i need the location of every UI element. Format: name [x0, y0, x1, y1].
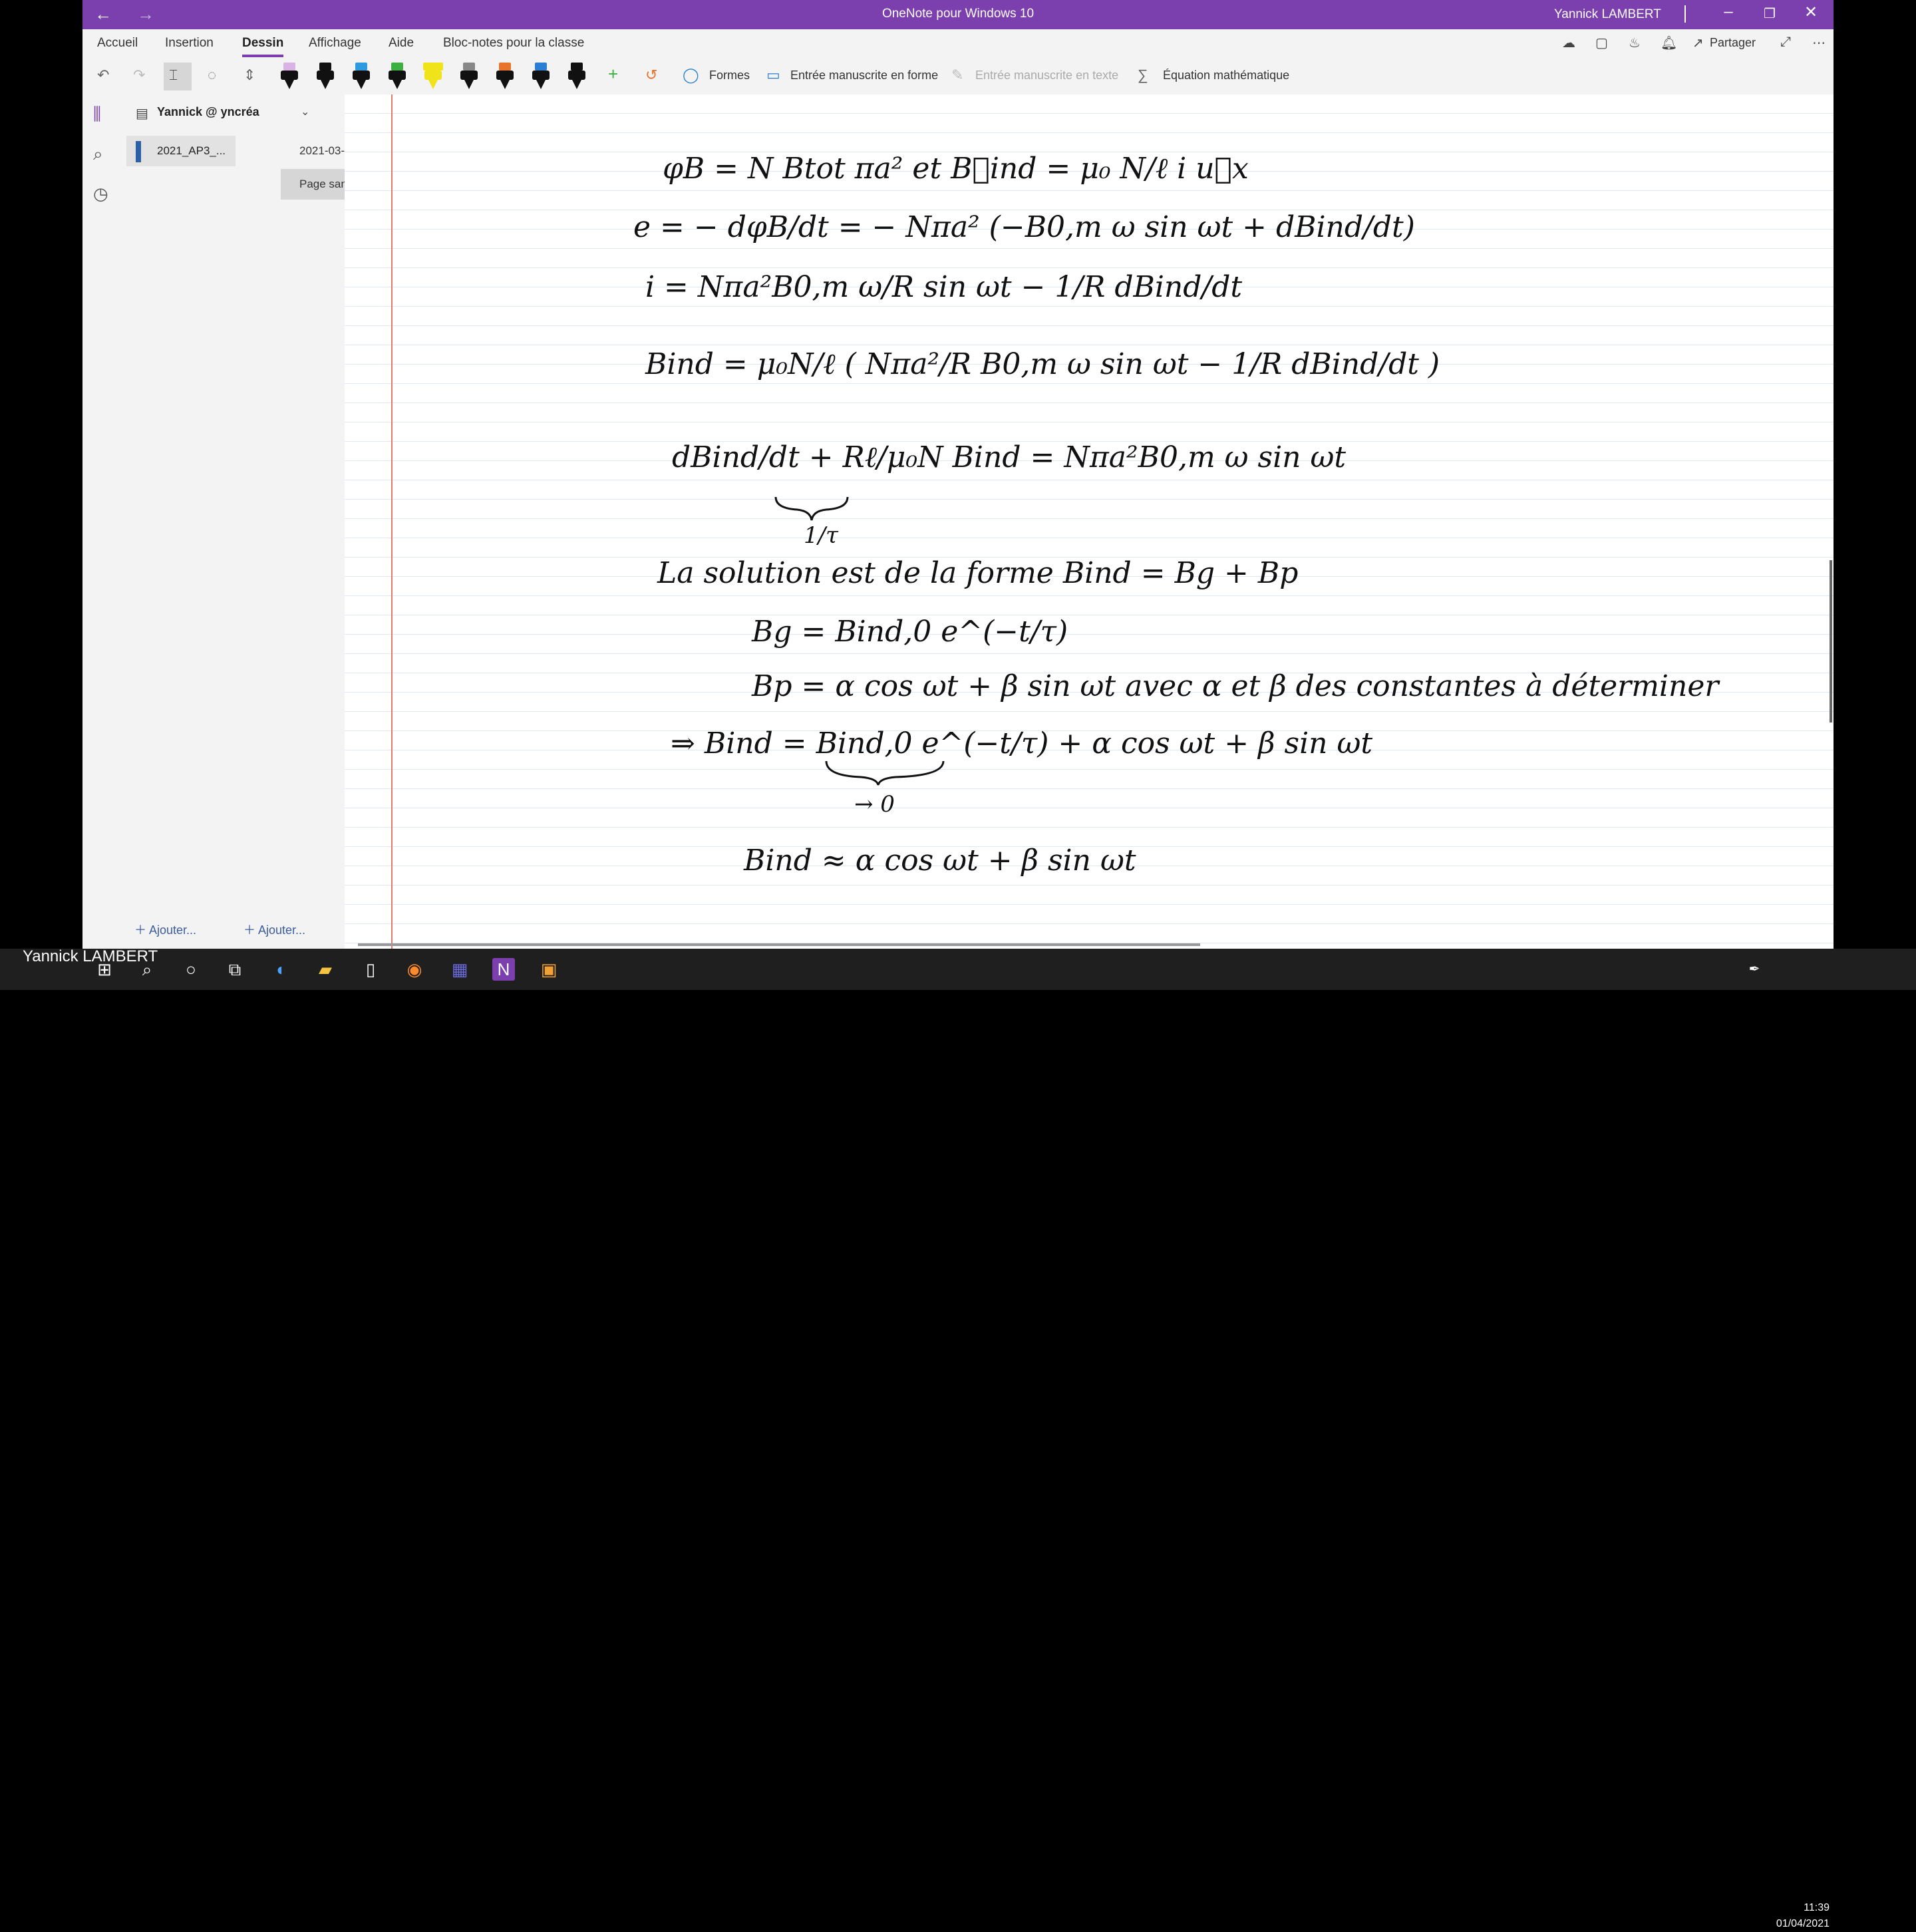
tab-insertion[interactable]: Insertion	[165, 36, 214, 51]
pen-tool[interactable]	[314, 63, 337, 90]
lasso-select-icon[interactable]: ◌	[208, 67, 216, 84]
redo-icon[interactable]: ↷	[133, 67, 145, 84]
more-options-icon[interactable]: ⋯	[1812, 35, 1826, 51]
presenter-name-caption: Yannick LAMBERT	[23, 947, 158, 965]
note-line: e = − dφB/dt = − Nπa² (−B0,m ω sin ωt + …	[633, 210, 1415, 244]
add-page-button[interactable]: ＋ Ajouter...	[243, 921, 305, 938]
note-line: Bp = α cos ωt + β sin ωt avec α et β des…	[751, 669, 1720, 703]
nav-rail: ⫼ ⌕ ◷	[82, 94, 126, 949]
notebook-icon: ▤	[136, 106, 148, 121]
add-pen-icon[interactable]: +	[608, 64, 618, 84]
search-icon[interactable]: ⌕	[93, 144, 103, 165]
firefox-icon[interactable]: ◉	[403, 958, 426, 981]
note-line: dBind/dt + Rℓ/μ₀N Bind = Nπa²B0,m ω sin …	[672, 440, 1346, 474]
share-icon[interactable]: ↗	[1692, 35, 1704, 51]
note-line: Bg = Bind,0 e^(−t/τ)	[751, 615, 1068, 649]
share-button[interactable]: Partager	[1710, 36, 1756, 50]
close-icon[interactable]: ✕	[1798, 3, 1824, 22]
highlighter-tool[interactable]	[422, 63, 444, 90]
restore-icon[interactable]: ❐	[1756, 5, 1783, 22]
note-line: ⇒ Bind = Bind,0 e^(−t/τ) + α cos ωt + β …	[671, 726, 1372, 760]
underbrace	[774, 496, 849, 521]
title-bar: ← → OneNote pour Windows 10 Yannick LAMB…	[82, 0, 1834, 29]
tab-affichage[interactable]: Affichage	[309, 36, 361, 51]
add-section-button[interactable]: ＋ Ajouter...	[134, 921, 196, 938]
draw-toolbar: ↶ ↷ ⌶ ◌ ⇕ + ↺ ◯ Formes ▭ Entrée manuscri…	[82, 59, 1834, 95]
plus-icon: ＋	[243, 923, 259, 937]
math-equation-icon[interactable]: ∑	[1138, 67, 1148, 84]
ink-to-shape-button[interactable]: Entrée manuscrite en forme	[790, 69, 938, 82]
vertical-scrollbar[interactable]	[1830, 560, 1832, 723]
lightbulb-icon[interactable]: ♨	[1629, 35, 1641, 51]
sync-icon[interactable]: ☁	[1562, 35, 1575, 51]
math-equation-button[interactable]: Équation mathématique	[1163, 69, 1289, 82]
onenote-window: ← → OneNote pour Windows 10 Yannick LAMB…	[82, 0, 1834, 949]
task-view-icon[interactable]: ⧉	[224, 958, 246, 981]
pages-icon[interactable]: ▢	[1595, 35, 1608, 51]
file-explorer-icon[interactable]: ▰	[314, 958, 337, 981]
cortana-circle-icon[interactable]: ○	[180, 958, 202, 981]
pen-tool[interactable]	[386, 63, 408, 90]
note-line: → 0	[854, 791, 895, 818]
shapes-button[interactable]: Formes	[709, 69, 750, 82]
pen-workspace-icon[interactable]: ✒	[1743, 958, 1766, 981]
insert-space-icon[interactable]: ⇕	[243, 67, 255, 84]
note-line: Bind = μ₀N/ℓ ( Nπa²/R B0,m ω sin ωt − 1/…	[645, 347, 1440, 381]
onenote-icon[interactable]: N	[492, 958, 515, 981]
note-line: 1/τ	[804, 522, 839, 549]
ink-to-text-button: Entrée manuscrite en texte	[975, 69, 1119, 82]
ink-replay-icon[interactable]: ↺	[645, 67, 657, 84]
section-label: 2021_AP3_...	[157, 144, 226, 157]
windows-taskbar: ⊞ ⌕ ○ ⧉ ◐ ▰ ▯ ◉ ▦ N ▣ ✒ 11:39 01/04/2021	[0, 949, 1916, 1929]
edge-browser-icon[interactable]: ◐	[270, 958, 293, 981]
note-line: La solution est de la forme Bind = Bg + …	[657, 556, 1298, 590]
ink-to-shape-icon[interactable]: ▭	[766, 67, 780, 84]
system-clock[interactable]: 11:39 01/04/2021	[1770, 1900, 1830, 1932]
notebook-panel: ▤ Yannick @ yncréa ⌄ ⇅ 2021_AP3_... 2021…	[126, 94, 390, 949]
pen-tool[interactable]	[494, 63, 516, 90]
notebook-selector[interactable]: Yannick @ yncréa	[157, 105, 259, 119]
note-canvas[interactable]: φB = N Btot πa² et B⃗ind = μ₀ N/ℓ i u⃗x …	[345, 94, 1834, 949]
pen-tool[interactable]	[278, 63, 301, 90]
section-item[interactable]: 2021_AP3_...	[126, 136, 236, 166]
notifications-bell-icon[interactable]: 🔔︎	[1661, 35, 1677, 51]
handwritten-notes: φB = N Btot πa² et B⃗ind = μ₀ N/ℓ i u⃗x …	[633, 152, 1720, 878]
ribbon-tabs: Accueil Insertion Dessin Affichage Aide …	[82, 29, 1834, 59]
notebooks-icon[interactable]: ⫼	[93, 104, 101, 125]
document-app-icon[interactable]: ▯	[359, 958, 382, 981]
note-line: i = Nπa²B0,m ω/R sin ωt − 1/R dBind/dt	[645, 270, 1242, 304]
signed-in-user[interactable]: Yannick LAMBERT	[1554, 7, 1661, 22]
teams-icon[interactable]: ▦	[448, 958, 471, 981]
whiteboard-app-icon[interactable]: ▣	[538, 958, 560, 981]
tab-dessin[interactable]: Dessin	[242, 36, 284, 57]
minimize-icon[interactable]: –	[1715, 3, 1742, 21]
tab-accueil[interactable]: Accueil	[97, 36, 138, 51]
note-line: φB = N Btot πa² et B⃗ind = μ₀ N/ℓ i u⃗x	[663, 152, 1249, 186]
horizontal-scrollbar[interactable]	[358, 943, 1200, 946]
shapes-icon[interactable]: ◯	[683, 67, 699, 84]
divider	[1684, 5, 1686, 23]
type-select-icon[interactable]: ⌶	[169, 67, 178, 84]
tab-aide[interactable]: Aide	[389, 36, 414, 51]
chevron-down-icon[interactable]: ⌄	[301, 105, 309, 118]
ink-to-text-icon: ✎	[951, 67, 964, 83]
clock-date: 01/04/2021	[1776, 1918, 1830, 1929]
pen-tool[interactable]	[565, 63, 588, 90]
pen-tool[interactable]	[350, 63, 373, 90]
underbrace	[825, 760, 945, 786]
recent-clock-icon[interactable]: ◷	[93, 184, 108, 204]
plus-icon: ＋	[134, 923, 150, 937]
section-color-tab	[136, 141, 141, 162]
tab-bloc-notes-classe[interactable]: Bloc-notes pour la classe	[443, 36, 584, 51]
clock-time: 11:39	[1804, 1902, 1830, 1913]
note-line: Bind ≈ α cos ωt + β sin ωt	[743, 844, 1136, 878]
fullscreen-icon[interactable]: ⤢	[1780, 35, 1791, 50]
pen-tool[interactable]	[530, 63, 552, 90]
pencil-tool[interactable]	[458, 63, 480, 90]
undo-icon[interactable]: ↶	[97, 67, 109, 84]
